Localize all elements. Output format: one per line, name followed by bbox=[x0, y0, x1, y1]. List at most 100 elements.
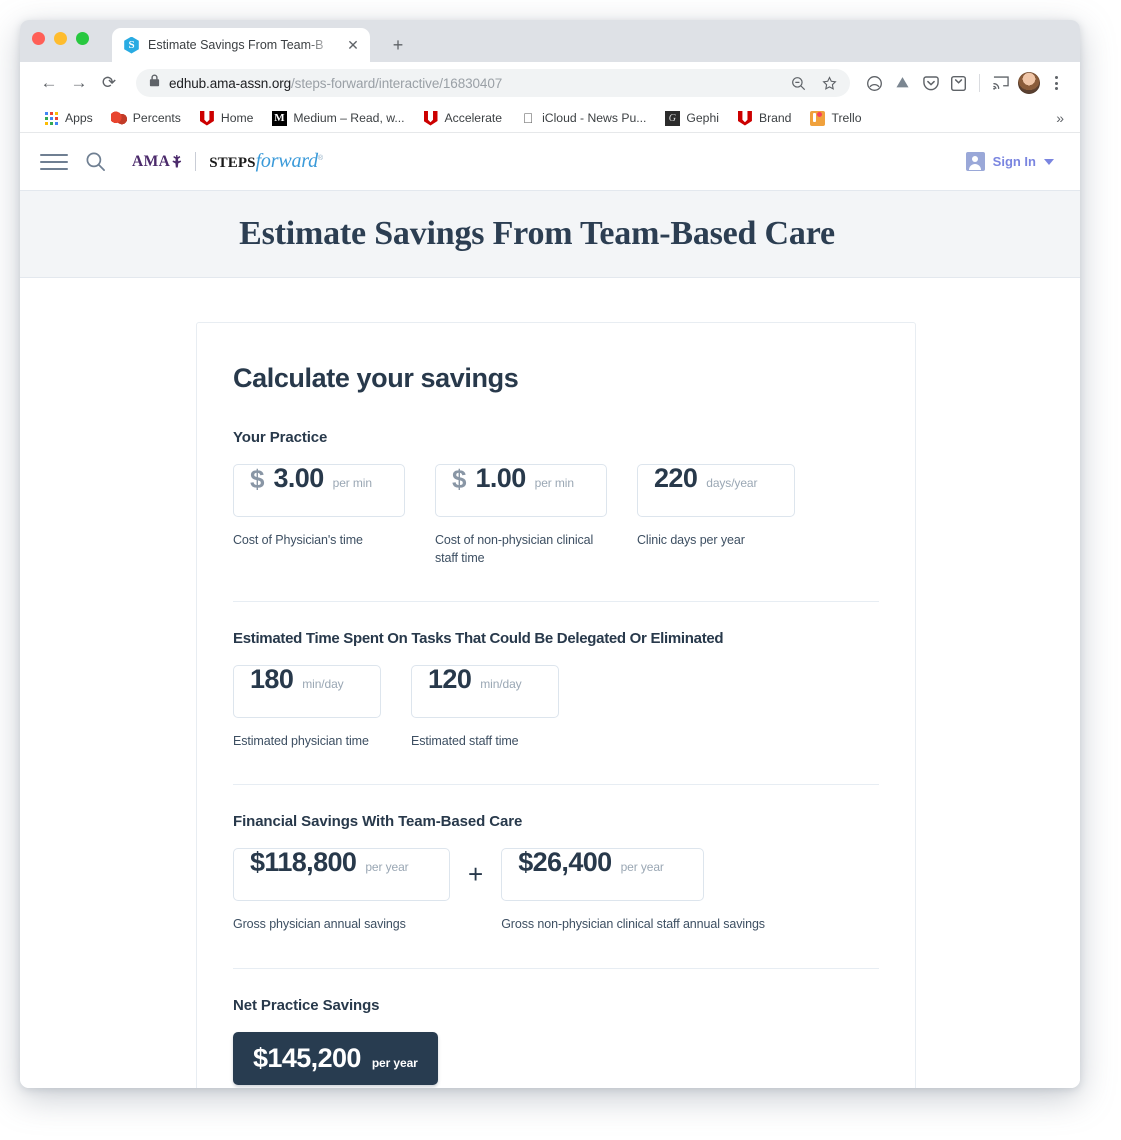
medium-icon: M bbox=[271, 110, 287, 126]
bookmark-star-icon[interactable] bbox=[818, 72, 840, 94]
avatar[interactable] bbox=[1016, 71, 1041, 96]
field-unit: per year bbox=[365, 860, 409, 875]
site-favicon-icon: S bbox=[123, 36, 140, 54]
field-unit: per year bbox=[620, 860, 664, 875]
browser-window: S Estimate Savings From Team-B ✕ + ← → ⟳… bbox=[20, 20, 1080, 1088]
toolbar-divider bbox=[979, 74, 980, 92]
search-icon[interactable] bbox=[80, 147, 110, 177]
utah-u-icon bbox=[737, 110, 753, 126]
browser-tab[interactable]: S Estimate Savings From Team-B ✕ bbox=[112, 28, 370, 62]
maximize-window-button[interactable] bbox=[76, 32, 89, 45]
url-domain: edhub.ama-assn.org bbox=[169, 75, 292, 91]
field-unit: per min bbox=[332, 476, 372, 490]
section-label: Net Practice Savings bbox=[233, 996, 380, 1014]
field-physician-time: 180 min/day Estimated physician time bbox=[233, 665, 381, 750]
apps-grid-icon bbox=[43, 110, 59, 126]
ama-logo-text: AMA bbox=[132, 152, 171, 170]
pocket-icon[interactable] bbox=[918, 71, 943, 96]
extension-icons bbox=[858, 71, 1068, 96]
physician-cost-input[interactable]: $ 3.00 per min bbox=[233, 464, 405, 517]
bookmark-icloud[interactable]:  iCloud - News Pu... bbox=[511, 107, 655, 129]
browser-toolbar: ← → ⟳ edhub.ama-assn.org/steps-forward/i… bbox=[20, 62, 1080, 104]
calculator-heading: Calculate your savings bbox=[233, 363, 519, 393]
cast-icon[interactable] bbox=[988, 71, 1013, 96]
page-viewport: AMA STEPS forward ® Sign In Estimate Savin… bbox=[20, 133, 1080, 1088]
bookmark-label: Percents bbox=[132, 111, 181, 125]
bookmark-home[interactable]: Home bbox=[190, 107, 263, 129]
section-financial-savings: Financial Savings With Team-Based Care $… bbox=[233, 813, 879, 933]
field-value: 180 bbox=[250, 664, 294, 695]
bookmarks-overflow-button[interactable]: » bbox=[1050, 110, 1070, 126]
net-savings-output: $145,200 per year bbox=[233, 1031, 438, 1085]
staff-time-input[interactable]: 120 min/day bbox=[411, 665, 559, 719]
field-value: $26,400 bbox=[518, 847, 612, 878]
time-fields-row: 180 min/day Estimated physician time 120… bbox=[233, 665, 879, 750]
close-window-button[interactable] bbox=[32, 32, 45, 45]
forward-button[interactable]: → bbox=[64, 68, 94, 98]
address-bar-url: edhub.ama-assn.org/steps-forward/interac… bbox=[169, 76, 778, 91]
percents-icon bbox=[110, 110, 127, 126]
field-value: $118,800 bbox=[250, 847, 357, 878]
sign-in-label: Sign In bbox=[992, 154, 1036, 169]
section-label: Financial Savings With Team-Based Care bbox=[233, 813, 523, 831]
savings-fields-row: $118,800 per year Gross physician annual… bbox=[233, 848, 879, 933]
user-avatar-icon bbox=[965, 152, 985, 171]
caduceus-icon bbox=[172, 154, 182, 168]
field-clinic-days: 220 days/year Clinic days per year bbox=[637, 464, 795, 549]
evernote-icon[interactable] bbox=[946, 71, 971, 96]
back-button[interactable]: ← bbox=[34, 68, 64, 98]
field-value: 1.00 bbox=[475, 463, 526, 493]
bookmark-label: iCloud - News Pu... bbox=[542, 111, 647, 125]
site-header: AMA STEPS forward ® Sign In bbox=[20, 133, 1080, 191]
clinic-days-input[interactable]: 220 days/year bbox=[637, 464, 795, 517]
field-caption: Cost of non-physician clinical staff tim… bbox=[435, 533, 594, 566]
field-unit: min/day bbox=[480, 677, 522, 692]
sign-in-button[interactable]: Sign In bbox=[965, 152, 1054, 171]
hamburger-icon[interactable] bbox=[40, 151, 68, 173]
browser-menu-button[interactable] bbox=[1044, 71, 1068, 95]
extension-icon-1[interactable] bbox=[862, 71, 887, 96]
new-tab-button[interactable]: + bbox=[384, 31, 412, 59]
minimize-window-button[interactable] bbox=[54, 32, 67, 45]
reload-button[interactable]: ⟳ bbox=[94, 68, 124, 98]
url-path: /steps-forward/interactive/16830407 bbox=[291, 75, 503, 91]
bookmark-accelerate[interactable]: Accelerate bbox=[414, 107, 512, 129]
trademark-symbol: ® bbox=[317, 155, 324, 162]
physician-time-input[interactable]: 180 min/day bbox=[233, 664, 381, 719]
plus-operator: + bbox=[468, 859, 484, 890]
apple-icon:  bbox=[520, 110, 536, 126]
bookmark-apps[interactable]: Apps bbox=[34, 107, 102, 129]
bookmark-trello[interactable]: Trello bbox=[800, 107, 870, 129]
net-savings-value: $145,200 bbox=[253, 1042, 361, 1073]
section-divider bbox=[233, 784, 879, 786]
field-unit: per min bbox=[534, 476, 574, 490]
close-tab-icon[interactable]: ✕ bbox=[344, 36, 362, 54]
field-gross-physician-savings: $118,800 per year Gross physician annual… bbox=[233, 848, 450, 933]
bookmark-gephi[interactable]: G Gephi bbox=[655, 107, 728, 129]
practice-fields-row: $ 3.00 per min Cost of Physician's time … bbox=[233, 464, 879, 567]
google-drive-icon[interactable] bbox=[890, 71, 915, 96]
steps-forward-logo: STEPS forward ® bbox=[209, 150, 323, 173]
bookmark-percents[interactable]: Percents bbox=[102, 107, 190, 129]
field-gross-staff-savings: $26,400 per year Gross non-physician cli… bbox=[501, 848, 765, 933]
tab-title: Estimate Savings From Team-B bbox=[148, 38, 324, 52]
address-bar[interactable]: edhub.ama-assn.org/steps-forward/interac… bbox=[136, 69, 850, 97]
window-traffic-lights bbox=[32, 32, 89, 45]
bookmark-medium[interactable]: M Medium – Read, w... bbox=[262, 107, 413, 129]
brand-logo[interactable]: AMA STEPS forward ® bbox=[132, 150, 323, 173]
steps-text: STEPS bbox=[209, 155, 256, 171]
bookmark-label: Trello bbox=[831, 111, 862, 125]
page-title: Estimate Savings From Team-Based Care bbox=[239, 215, 835, 252]
section-net-savings: Net Practice Savings $145,200 per year bbox=[233, 997, 879, 1085]
bookmark-brand[interactable]: Brand bbox=[728, 107, 801, 129]
section-label: Your Practice bbox=[233, 429, 328, 446]
staff-cost-input[interactable]: $ 1.00 per min bbox=[435, 464, 607, 517]
net-savings-unit: per year bbox=[371, 1055, 418, 1070]
section-divider bbox=[233, 967, 879, 969]
field-physician-cost: $ 3.00 per min Cost of Physician's time bbox=[233, 464, 405, 549]
gross-physician-savings-output: $118,800 per year bbox=[233, 847, 450, 902]
zoom-out-icon[interactable] bbox=[787, 72, 809, 94]
field-value: 220 bbox=[654, 463, 698, 493]
field-caption: Gross non-physician clinical staff annua… bbox=[501, 917, 765, 932]
gross-staff-savings-output: $26,400 per year bbox=[501, 847, 705, 902]
